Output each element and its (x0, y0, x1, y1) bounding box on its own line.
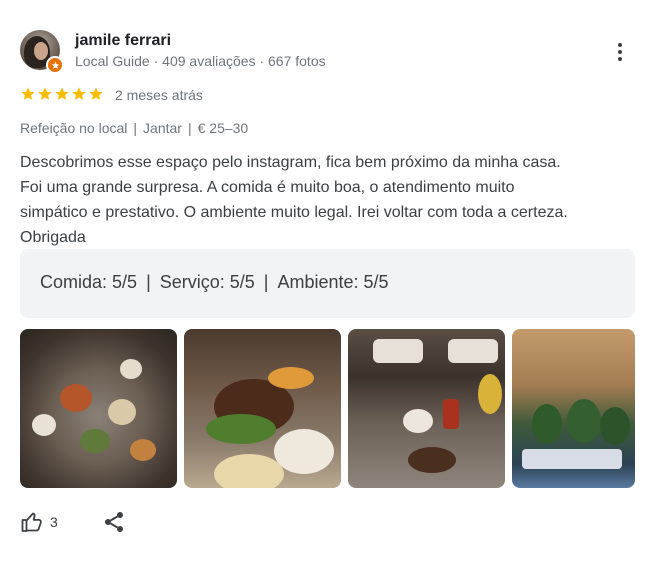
star-rating (20, 86, 104, 102)
star-icon (72, 87, 86, 100)
review-photos (20, 329, 635, 488)
rating-food: Comida: 5/5 (40, 272, 138, 292)
reviewer-name[interactable]: jamile ferrari (75, 32, 171, 50)
photo-terrace-view[interactable] (512, 329, 635, 488)
photo-table-dishes[interactable] (20, 329, 177, 488)
rating-ambience: Ambiente: 5/5 (277, 272, 389, 292)
thumbs-up-icon (21, 512, 42, 532)
review-text-line: Foi uma grande surpresa. A comida é muit… (20, 179, 515, 196)
star-icon (89, 87, 103, 100)
review-text: Descobrimos esse espaço pelo instagram, … (20, 150, 630, 250)
review-text-line: simpático e prestativo. O ambiente muito… (20, 204, 568, 221)
photo-meat-platter[interactable] (184, 329, 341, 488)
star-icon (21, 87, 35, 100)
more-options-button[interactable] (608, 38, 632, 66)
rating-service: Serviço: 5/5 (159, 272, 255, 292)
review-tags: Refeição no local | Jantar | € 25–30 (20, 120, 249, 136)
share-button[interactable] (102, 510, 126, 534)
review-date: 2 meses atrás (115, 87, 203, 103)
review-text-line: Obrigada (20, 229, 86, 246)
photo-restaurant-interior[interactable] (348, 329, 505, 488)
review-text-line: Descobrimos esse espaço pelo instagram, … (20, 154, 561, 171)
local-guide-badge-icon (46, 56, 64, 74)
like-button[interactable]: 3 (20, 510, 58, 534)
star-icon (55, 87, 69, 100)
like-count: 3 (50, 514, 58, 530)
tag-price: € 25–30 (197, 120, 249, 136)
share-icon (105, 512, 123, 532)
tag-service-type: Refeição no local (20, 120, 128, 136)
tag-meal-type: Jantar (143, 120, 182, 136)
reviewer-avatar[interactable] (20, 30, 64, 74)
sub-ratings-box: Comida: 5/5 | Serviço: 5/5 | Ambiente: 5/5 (20, 249, 635, 318)
review-card: jamile ferrari Local Guide · 409 avaliaç… (0, 0, 651, 565)
more-vert-icon (618, 43, 622, 47)
star-icon (38, 87, 52, 100)
reviewer-meta: Local Guide · 409 avaliações · 667 fotos (75, 53, 326, 69)
